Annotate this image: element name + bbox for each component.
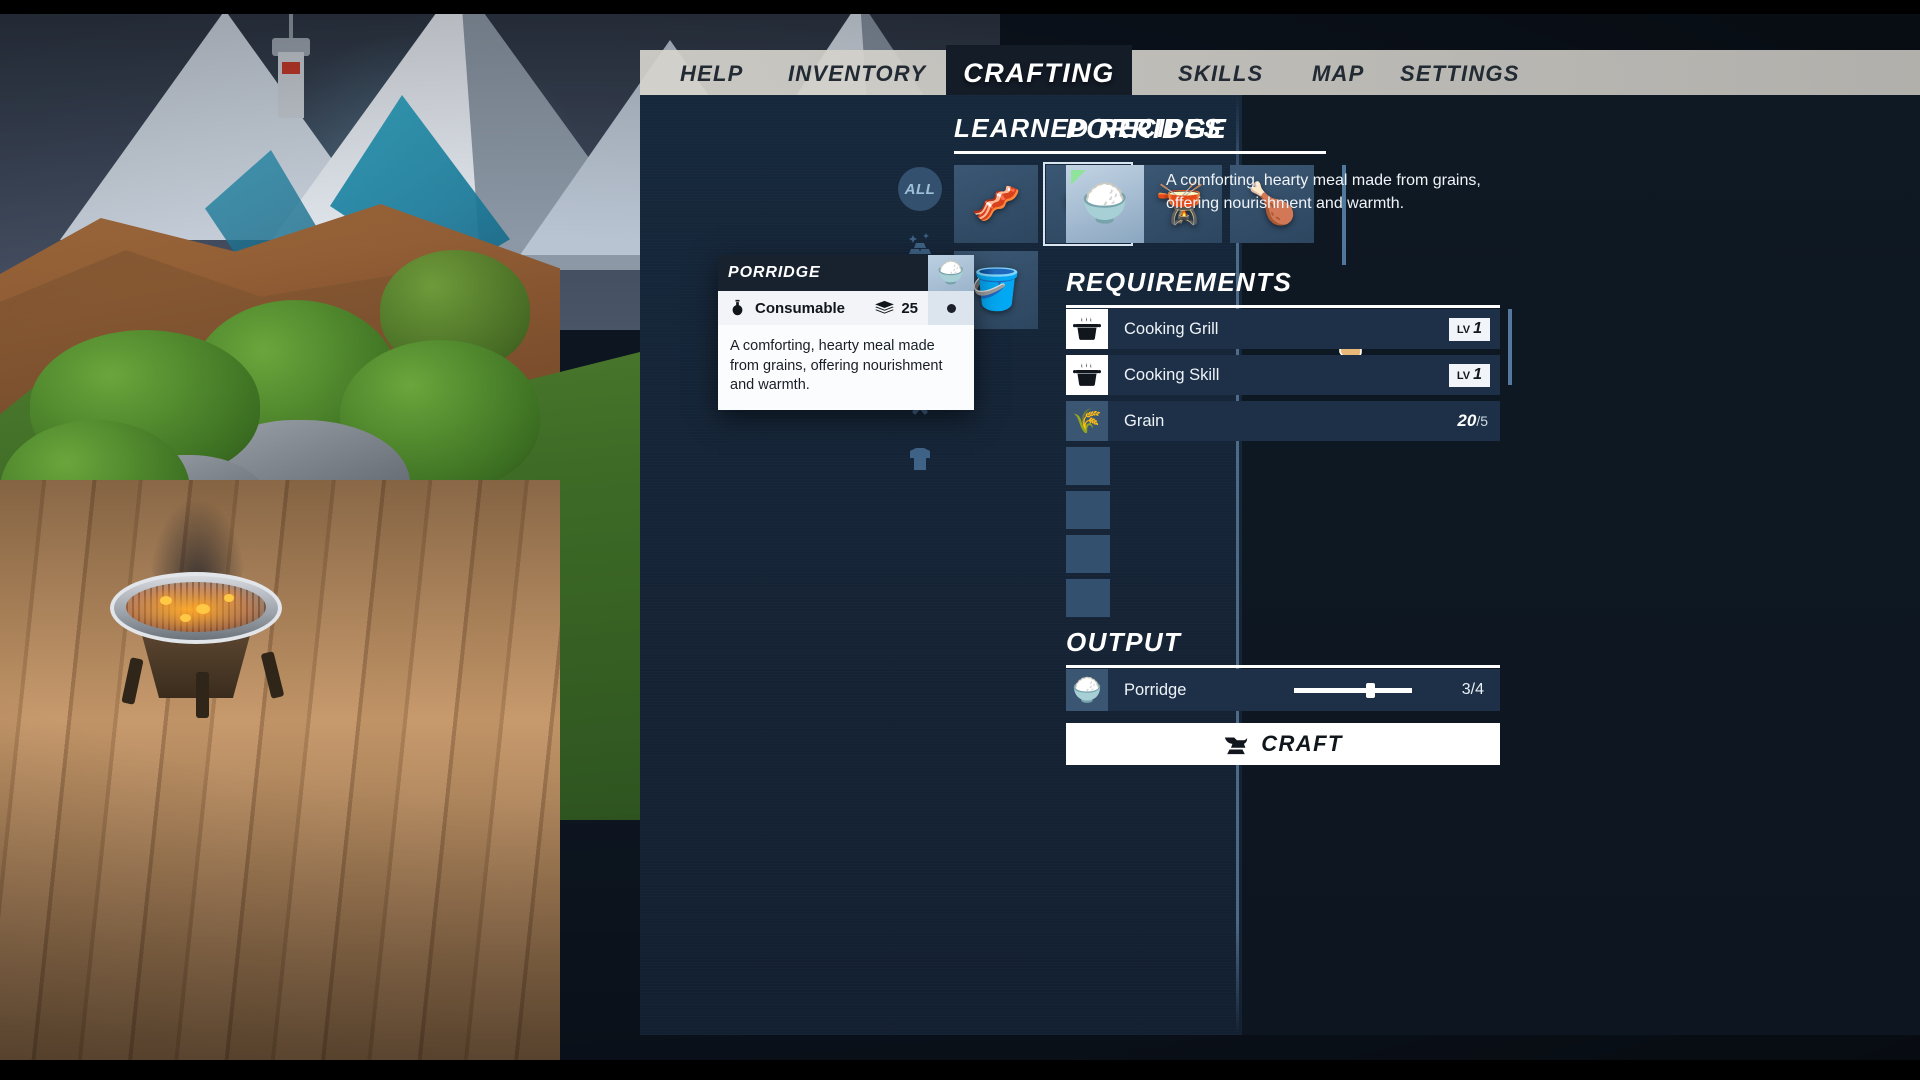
- requirement-empty-slot: [1066, 579, 1110, 617]
- recipe-icon: 🪣: [971, 268, 1021, 312]
- level-badge-value: 1: [1473, 365, 1482, 383]
- recipe-slot-bacon[interactable]: 🥓: [954, 165, 1038, 243]
- requirement-have: 20: [1457, 411, 1477, 430]
- requirement-need: /5: [1476, 413, 1488, 429]
- new-flag-icon: [1071, 170, 1086, 185]
- level-badge-prefix: LV: [1456, 369, 1471, 382]
- slider-knob[interactable]: [1366, 682, 1375, 698]
- level-badge: LV 1: [1448, 317, 1490, 341]
- output-quantity-slider[interactable]: [1294, 682, 1412, 698]
- grain-sack-icon: 🌾: [1066, 401, 1108, 441]
- letterbox-bottom: [0, 1060, 1920, 1080]
- requirement-row-grain[interactable]: 🌾 Grain 20/5: [1066, 401, 1500, 441]
- output-quantity: 3/4: [1461, 681, 1484, 698]
- tooltip-stack-count: 25: [901, 299, 918, 317]
- requirements-title: REQUIREMENTS: [1066, 267, 1293, 297]
- output-header: OUTPUT: [1066, 627, 1500, 668]
- anvil-icon: [1225, 737, 1248, 755]
- requirements-rule: [1066, 305, 1500, 308]
- tab-settings[interactable]: SETTINGS: [1400, 61, 1520, 95]
- recipe-icon: 🥓: [971, 182, 1021, 226]
- letterbox-top: [0, 0, 1920, 14]
- pot-glyph-icon: [1073, 362, 1101, 386]
- detail-item-title: PORRIDGE: [1066, 113, 1228, 144]
- requirement-count: 20/5: [1457, 411, 1488, 431]
- tab-help[interactable]: HELP: [680, 61, 743, 95]
- requirement-name: Cooking Grill: [1124, 319, 1219, 338]
- crafting-panel: LEARNED RECIPES ALL 🥓 🫕 🍗 🪣 PORRIDGE 🍚 C…: [640, 95, 1920, 1035]
- tooltip-category-row: Consumable 25: [718, 291, 974, 325]
- tooltip-description: A comforting, hearty meal made from grai…: [718, 325, 974, 410]
- filter-all[interactable]: ALL: [898, 167, 942, 211]
- tooltip-header: PORRIDGE 🍚: [718, 255, 974, 291]
- requirement-row-cooking-grill[interactable]: Cooking Grill LV 1: [1066, 309, 1500, 349]
- tab-inventory[interactable]: INVENTORY: [788, 61, 926, 95]
- output-title: OUTPUT: [1066, 627, 1182, 657]
- stack-icon: [875, 300, 895, 314]
- requirement-empty-slot: [1066, 491, 1110, 529]
- requirement-empty-slot: [1066, 535, 1110, 573]
- output-row: 🍚 Porridge 3/4: [1066, 669, 1500, 711]
- craft-button[interactable]: CRAFT: [1066, 723, 1500, 765]
- filter-all-label: ALL: [904, 180, 936, 198]
- tooltip-stack-group: 25: [874, 300, 918, 317]
- output-rule: [1066, 665, 1500, 668]
- tab-map[interactable]: MAP: [1312, 61, 1365, 95]
- tooltip-title: PORRIDGE: [728, 264, 821, 281]
- requirement-name: Grain: [1124, 411, 1165, 430]
- tooltip-rarity-box: [928, 291, 974, 325]
- detail-title-block: PORRIDGE: [1066, 113, 1227, 145]
- main-tab-bar: HELP INVENTORY CRAFTING SKILLS MAP SETTI…: [640, 45, 1920, 95]
- requirements-list: Cooking Grill LV 1 Cooking Skill LV 1 🌾 …: [1066, 309, 1500, 623]
- tab-skills[interactable]: SKILLS: [1178, 61, 1263, 95]
- detail-item-icon: 🍚: [1081, 183, 1129, 225]
- craft-button-label: CRAFT: [1261, 731, 1343, 756]
- title-rule: [954, 151, 1326, 154]
- requirements-scrollbar[interactable]: [1508, 309, 1512, 385]
- output-item-name: Porridge: [1124, 680, 1187, 699]
- tab-crafting[interactable]: CRAFTING: [946, 45, 1132, 95]
- level-badge-value: 1: [1473, 319, 1482, 337]
- level-badge: LV 1: [1448, 363, 1490, 387]
- tab-crafting-label: CRAFTING: [963, 57, 1115, 88]
- requirement-empty-slot: [1066, 447, 1110, 485]
- armor-icon: [910, 448, 930, 470]
- cooking-pot-icon: [1066, 309, 1108, 349]
- tooltip-thumbnail: 🍚: [928, 255, 974, 291]
- potion-icon: [732, 299, 743, 316]
- requirements-header: REQUIREMENTS: [1066, 267, 1500, 308]
- filter-armor[interactable]: [898, 437, 942, 481]
- cooking-pot-icon: [1066, 355, 1108, 395]
- ingots-icon: [909, 233, 931, 254]
- detail-item-description: A comforting, hearty meal made from grai…: [1166, 172, 1481, 213]
- detail-item-thumbnail: 🍚: [1066, 165, 1144, 243]
- level-badge-prefix: LV: [1456, 323, 1471, 336]
- tooltip-category: Consumable: [755, 299, 846, 317]
- recipe-tooltip: PORRIDGE 🍚 Consumable 25 A comforting, h…: [718, 255, 974, 410]
- rarity-dot-icon: [946, 303, 956, 313]
- requirement-row-cooking-skill[interactable]: Cooking Skill LV 1: [1066, 355, 1500, 395]
- output-item-icon: 🍚: [1066, 669, 1108, 711]
- pot-glyph-icon: [1073, 316, 1101, 340]
- detail-item-summary: 🍚 A comforting, hearty meal made from gr…: [1066, 165, 1518, 243]
- requirement-name: Cooking Skill: [1124, 365, 1220, 384]
